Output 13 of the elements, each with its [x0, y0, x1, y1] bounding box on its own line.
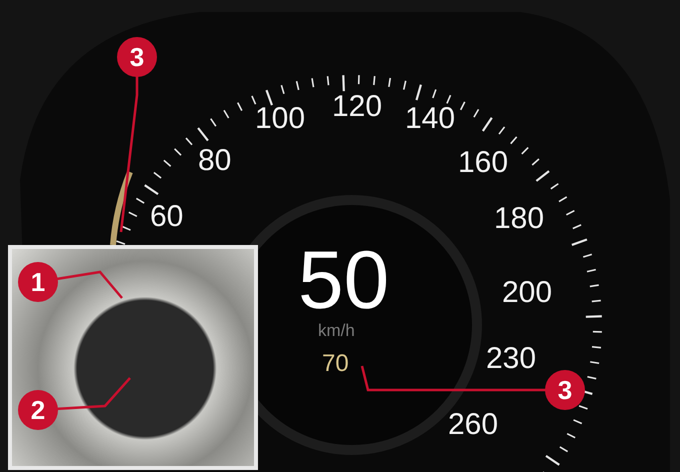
speed-scale-label: 230 [486, 344, 536, 374]
speed-scale-label: 60 [150, 202, 184, 232]
speed-scale-label: 80 [198, 146, 232, 176]
speed-scale-label: 160 [458, 148, 508, 178]
speed-scale-label: 140 [405, 104, 456, 134]
speed-scale-label: 180 [494, 204, 544, 234]
current-speed: 50 [298, 240, 390, 322]
set-speed: 70 [322, 352, 349, 376]
speed-scale-label: 100 [255, 104, 306, 134]
speed-unit: km/h [318, 322, 355, 339]
speed-scale-label: 200 [502, 278, 552, 308]
speed-scale-label: 120 [332, 92, 382, 122]
speed-scale-label: 260 [448, 410, 498, 440]
